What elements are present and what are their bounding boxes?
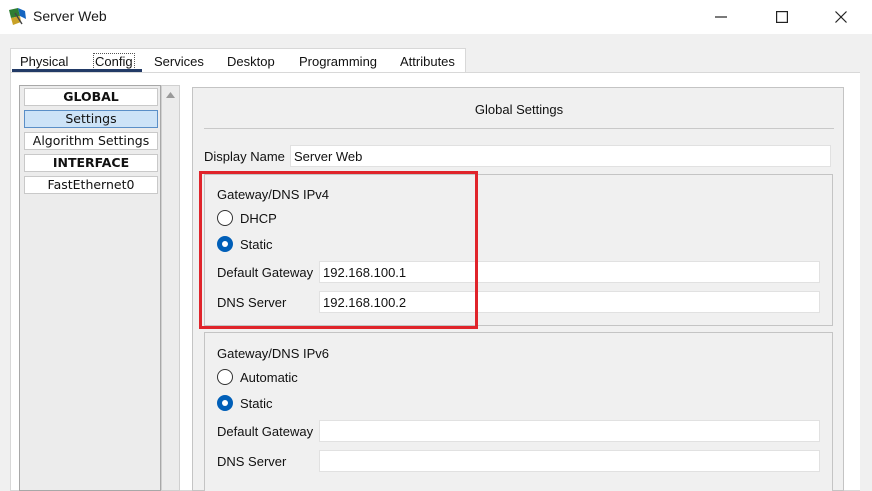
minimize-icon [715,16,727,18]
nav-header-interface: INTERFACE [24,154,158,172]
nav-scrollbar[interactable] [161,85,180,491]
ipv6-automatic-radio[interactable] [217,369,233,385]
ipv6-automatic-label: Automatic [240,369,298,385]
window-title: Server Web [33,8,107,24]
maximize-button[interactable] [759,0,805,34]
close-button[interactable] [818,0,864,34]
ipv6-default-gateway-input[interactable] [319,420,820,442]
ipv6-dns-server-input[interactable] [319,450,820,472]
ipv6-automatic-option[interactable]: Automatic [217,369,298,385]
tab-desktop[interactable]: Desktop [227,54,275,69]
nav-header-global: GLOBAL [24,88,158,106]
scroll-up-arrow-icon[interactable] [165,91,176,99]
nav-item-algorithm-settings[interactable]: Algorithm Settings [24,132,158,150]
tab-services[interactable]: Services [154,54,204,69]
maximize-icon [776,11,788,23]
ipv6-default-gateway-label: Default Gateway [217,424,314,439]
window-right-edge [860,72,872,491]
tab-physical[interactable]: Physical [20,54,68,69]
ipv6-group-title: Gateway/DNS IPv6 [217,346,329,361]
display-name-input[interactable] [290,145,831,167]
tab-programming[interactable]: Programming [299,54,377,69]
display-name-label: Display Name [204,149,285,164]
ipv6-gateway-dns-group: Gateway/DNS IPv6 Automatic Static Defaul… [204,332,833,491]
ipv6-static-label: Static [240,395,273,411]
ipv6-static-option[interactable]: Static [217,395,273,411]
tab-config[interactable]: Config [93,53,135,70]
nav-item-settings[interactable]: Settings [24,110,158,128]
tab-attributes[interactable]: Attributes [400,54,455,69]
config-nav-list: GLOBAL Settings Algorithm Settings INTER… [19,85,161,491]
nav-item-fastethernet0[interactable]: FastEthernet0 [24,176,158,194]
ipv4-highlight-box [199,171,478,329]
title-bar: Server Web [0,0,872,34]
ipv6-static-radio[interactable] [217,395,233,411]
close-icon [835,11,847,23]
ipv6-dns-server-label: DNS Server [217,454,287,469]
minimize-button[interactable] [698,0,744,34]
panel-title: Global Settings [474,102,564,117]
packet-tracer-server-icon [9,8,26,25]
title-divider [204,128,834,129]
